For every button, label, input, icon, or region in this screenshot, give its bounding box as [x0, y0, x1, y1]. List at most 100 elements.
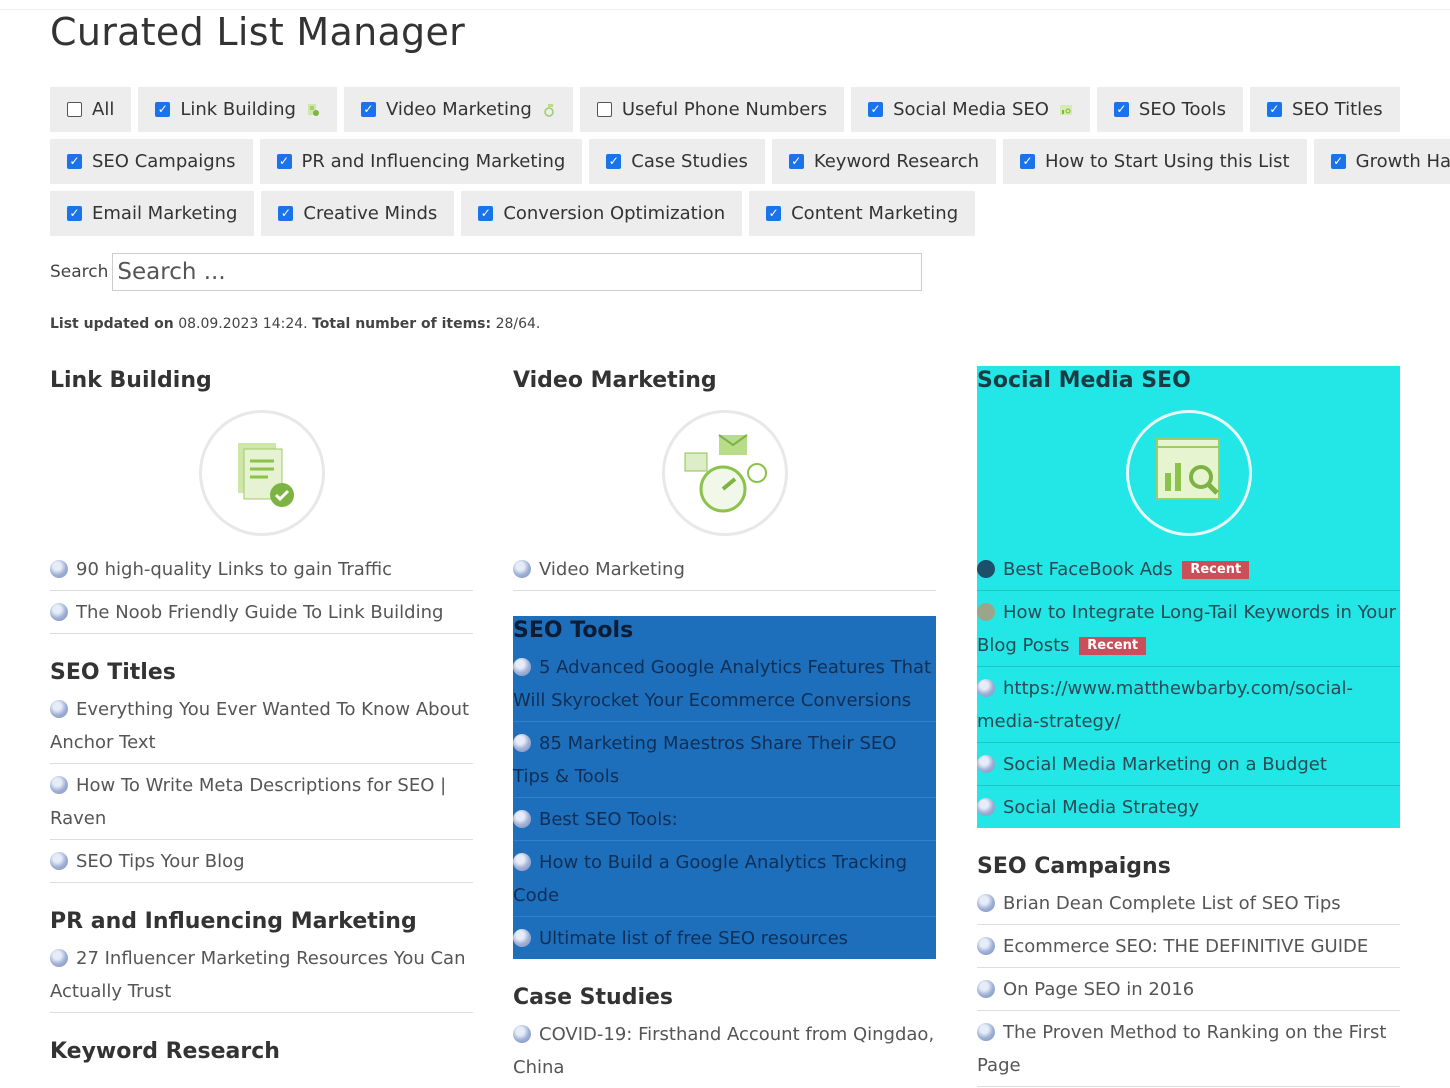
section-title: Case Studies: [513, 985, 673, 1010]
globe-icon: [50, 852, 68, 870]
list-item[interactable]: The Proven Method to Ranking on the Firs…: [977, 1011, 1400, 1087]
checkbox[interactable]: [478, 206, 494, 221]
section-title: Keyword Research: [50, 1039, 280, 1064]
list-item[interactable]: Social Media Strategy: [977, 786, 1400, 828]
filter-creative-minds[interactable]: Creative Minds: [261, 191, 455, 236]
list-item[interactable]: Social Media Marketing on a Budget: [977, 743, 1400, 786]
filter-seo-tools[interactable]: SEO Tools: [1096, 87, 1243, 132]
filter-seo-campaigns[interactable]: SEO Campaigns: [50, 139, 253, 184]
section-case-studies: Case Studies COVID-19: Firsthand Account…: [513, 983, 936, 1088]
checkbox[interactable]: [1266, 102, 1282, 117]
checkbox[interactable]: [276, 154, 292, 169]
filter-keyword-research[interactable]: Keyword Research: [771, 139, 996, 184]
search-label: Search: [50, 262, 109, 282]
filter-link-building[interactable]: Link Building: [138, 87, 337, 132]
column-1: Link Building 90 high-quality Links to g…: [50, 366, 473, 1067]
column-3: Social Media SEO Best FaceBook Ads Recen…: [977, 366, 1400, 1087]
checkbox[interactable]: [766, 206, 782, 221]
globe-icon: [513, 853, 531, 871]
checkbox[interactable]: [868, 102, 884, 117]
column-2: Video Marketing Video Marketing SEO Tool…: [513, 366, 936, 1088]
globe-icon: [513, 658, 531, 676]
globe-icon: [513, 1025, 531, 1043]
chart-search-icon: [1125, 410, 1252, 536]
globe-icon: [50, 560, 68, 578]
checkbox[interactable]: [1113, 102, 1129, 117]
list-item[interactable]: How to Integrate Long-Tail Keywords in Y…: [977, 591, 1400, 667]
list-item[interactable]: How To Write Meta Descriptions for SEO |…: [50, 764, 473, 840]
total-label: Total number of items:: [312, 316, 492, 332]
filter-row: All Link Building Video Marketing Useful…: [50, 87, 1410, 132]
filter-row: Email Marketing Creative Minds Conversio…: [50, 191, 1410, 236]
list-item[interactable]: The Noob Friendly Guide To Link Building: [50, 591, 473, 634]
updated-value: 08.09.2023 14:24: [178, 316, 304, 332]
checkbox[interactable]: [278, 206, 294, 221]
document-check-icon: [198, 410, 325, 536]
filter-video-marketing[interactable]: Video Marketing: [343, 87, 573, 132]
filter-all[interactable]: All: [50, 87, 132, 132]
list-item[interactable]: On Page SEO in 2016: [977, 968, 1400, 1011]
gauge-icon: [544, 103, 554, 117]
recent-badge: Recent: [1182, 561, 1250, 579]
list-item[interactable]: 90 high-quality Links to gain Traffic: [50, 548, 473, 591]
filter-row: SEO Campaigns PR and Influencing Marketi…: [50, 139, 1450, 184]
section-link-building: Link Building 90 high-quality Links to g…: [50, 366, 473, 634]
page-title: Curated List Manager: [50, 10, 466, 54]
section-title: SEO Tools: [513, 618, 634, 643]
checkbox[interactable]: [1330, 154, 1346, 169]
globe-icon: [977, 755, 995, 773]
list-item[interactable]: Ecommerce SEO: THE DEFINITIVE GUIDE: [977, 925, 1400, 968]
section-keyword-research: Keyword Research: [50, 1037, 473, 1067]
filter-pr-influencing[interactable]: PR and Influencing Marketing: [259, 139, 583, 184]
checkbox[interactable]: [67, 206, 82, 221]
globe-icon: [50, 949, 68, 967]
section-title: SEO Titles: [50, 660, 176, 685]
list-item[interactable]: Brian Dean Complete List of SEO Tips: [977, 882, 1400, 925]
checkbox[interactable]: [1020, 154, 1035, 169]
list-item[interactable]: https://www.matthewbarby.com/social-medi…: [977, 667, 1400, 743]
globe-icon: [513, 560, 531, 578]
list-item[interactable]: 85 Marketing Maestros Share Their SEO Ti…: [513, 722, 936, 798]
checkbox[interactable]: [360, 102, 376, 117]
checkbox[interactable]: [67, 154, 82, 169]
recent-badge: Recent: [1079, 637, 1147, 655]
facebook-ads-icon: [977, 560, 995, 578]
checkbox[interactable]: [596, 102, 612, 117]
list-item[interactable]: 27 Influencer Marketing Resources You Ca…: [50, 937, 473, 1013]
chart-search-icon: [1059, 104, 1072, 115]
globe-icon: [977, 894, 995, 912]
document-check-icon: [307, 103, 319, 116]
list-item[interactable]: How to Build a Google Analytics Tracking…: [513, 841, 936, 917]
gauge-icon: [661, 410, 788, 536]
section-seo-tools: SEO Tools 5 Advanced Google Analytics Fe…: [513, 616, 936, 959]
list-item[interactable]: SEO Tips Your Blog: [50, 840, 473, 883]
list-item[interactable]: Ultimate list of free SEO resources: [513, 917, 936, 959]
section-title: SEO Campaigns: [977, 854, 1171, 879]
globe-icon: [50, 776, 68, 794]
filter-case-studies[interactable]: Case Studies: [589, 139, 765, 184]
search-input[interactable]: [112, 253, 923, 291]
filter-social-media-seo[interactable]: Social Media SEO: [851, 87, 1090, 132]
section-title: Social Media SEO: [977, 368, 1191, 393]
list-item[interactable]: Best SEO Tools:: [513, 798, 936, 841]
section-title: Video Marketing: [513, 368, 717, 393]
checkbox[interactable]: [788, 154, 804, 169]
list-item[interactable]: Best FaceBook Ads Recent: [977, 548, 1400, 591]
filter-conversion-optimization[interactable]: Conversion Optimization: [461, 191, 743, 236]
filter-how-to-start[interactable]: How to Start Using this List: [1003, 139, 1307, 184]
filter-email-marketing[interactable]: Email Marketing: [50, 191, 255, 236]
checkbox[interactable]: [67, 102, 82, 117]
category-filters: All Link Building Video Marketing Useful…: [50, 87, 1450, 243]
filter-content-marketing[interactable]: Content Marketing: [749, 191, 976, 236]
filter-useful-phone-numbers[interactable]: Useful Phone Numbers: [579, 87, 845, 132]
checkbox[interactable]: [606, 154, 622, 169]
list-item[interactable]: COVID-19: Firsthand Account from Qingdao…: [513, 1013, 936, 1088]
section-title: Link Building: [50, 368, 212, 393]
filter-growth-hacking[interactable]: Growth Hacking: [1313, 139, 1450, 184]
checkbox[interactable]: [155, 102, 171, 117]
list-item[interactable]: 5 Advanced Google Analytics Features Tha…: [513, 646, 936, 722]
list-item[interactable]: Everything You Ever Wanted To Know About…: [50, 688, 473, 764]
filter-seo-titles[interactable]: SEO Titles: [1249, 87, 1400, 132]
list-item[interactable]: Video Marketing: [513, 548, 936, 591]
search-row: Search: [50, 253, 923, 291]
